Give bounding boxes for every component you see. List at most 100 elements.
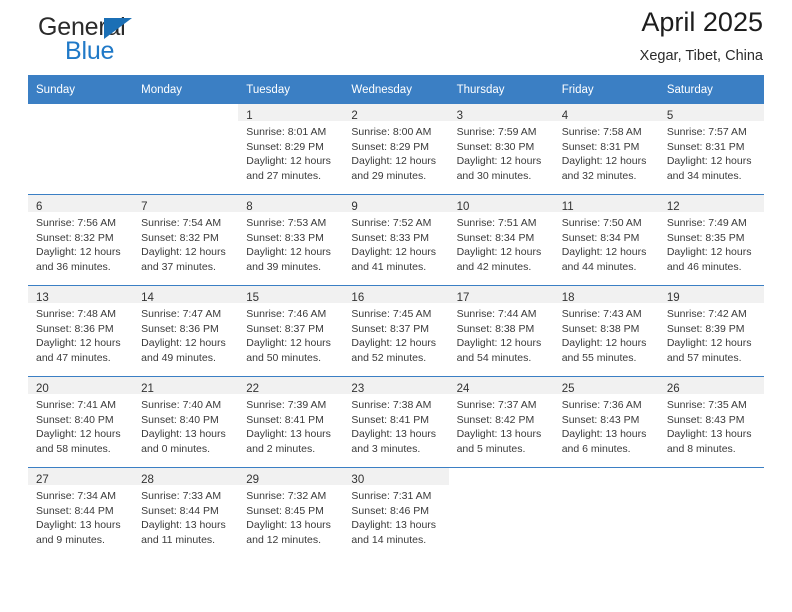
day-cell-30[interactable]: 30 Sunrise: 7:31 AM Sunset: 8:46 PM Dayligh… bbox=[343, 468, 449, 558]
day-cell-8[interactable]: 8 Sunrise: 7:53 AM Sunset: 8:33 PM Daylight… bbox=[238, 195, 344, 285]
page-subtitle: Xegar, Tibet, China bbox=[639, 47, 763, 64]
day-detail-line: Sunset: 8:46 PM bbox=[351, 504, 430, 517]
day-detail-line: Daylight: 12 hours bbox=[456, 246, 542, 259]
day-detail-line: and 32 minutes. bbox=[561, 169, 637, 182]
day-detail-line: and 0 minutes. bbox=[141, 442, 211, 455]
day-detail-line: Sunrise: 8:01 AM bbox=[246, 126, 327, 138]
day-cell-12[interactable]: 12 Sunrise: 7:49 AM Sunset: 8:35 PM Dayligh… bbox=[658, 195, 764, 285]
day-cell-26[interactable]: 26 Sunrise: 7:35 AM Sunset: 8:43 PM Dayligh… bbox=[658, 377, 764, 467]
day-number-band: 9 bbox=[343, 195, 449, 213]
day-cell-15[interactable]: 15 Sunrise: 7:46 AM Sunset: 8:37 PM Dayligh… bbox=[238, 286, 344, 376]
day-detail-line: Sunrise: 7:32 AM bbox=[246, 490, 327, 502]
day-cell-9[interactable]: 9 Sunrise: 7:52 AM Sunset: 8:33 PM Daylight… bbox=[343, 195, 449, 285]
weekday-header-monday: Monday bbox=[133, 75, 239, 104]
day-detail-line: Sunset: 8:45 PM bbox=[246, 504, 324, 517]
day-cell-2[interactable]: 2 Sunrise: 8:00 AM Sunset: 8:29 PM Daylight… bbox=[343, 104, 449, 194]
day-detail-lines: Sunrise: 7:33 AM Sunset: 8:44 PM Daylight:… bbox=[133, 485, 238, 547]
calendar-week-row: 20 Sunrise: 7:41 AM Sunset: 8:40 PM Dayligh… bbox=[28, 376, 764, 468]
day-cell-3[interactable]: 3 Sunrise: 7:59 AM Sunset: 8:30 PM Daylight… bbox=[448, 104, 554, 194]
day-cell-4[interactable]: 4 Sunrise: 7:58 AM Sunset: 8:31 PM Daylight… bbox=[553, 104, 659, 194]
day-detail-line: and 52 minutes. bbox=[351, 351, 427, 364]
day-detail-line: Sunset: 8:35 PM bbox=[666, 231, 745, 244]
day-cell-16[interactable]: 16 Sunrise: 7:45 AM Sunset: 8:37 PM Dayligh… bbox=[343, 286, 449, 376]
day-cell-19[interactable]: 19 Sunrise: 7:42 AM Sunset: 8:39 PM Dayligh… bbox=[658, 286, 764, 376]
day-detail-line: Daylight: 12 hours bbox=[141, 337, 226, 350]
day-number-band: 27 bbox=[28, 468, 134, 486]
day-number-band: 4 bbox=[553, 104, 659, 122]
day-detail-line: Sunrise: 7:37 AM bbox=[456, 399, 537, 411]
calendar-week-row: 27 Sunrise: 7:34 AM Sunset: 8:44 PM Dayligh… bbox=[28, 467, 764, 558]
day-detail-line: Sunrise: 7:35 AM bbox=[666, 399, 747, 411]
day-detail-line: and 12 minutes. bbox=[246, 533, 321, 546]
day-cell-6[interactable]: 6 Sunrise: 7:56 AM Sunset: 8:32 PM Daylight… bbox=[28, 195, 134, 285]
day-detail-lines bbox=[449, 485, 554, 489]
day-cell-10[interactable]: 10 Sunrise: 7:51 AM Sunset: 8:34 PM Dayligh… bbox=[448, 195, 554, 285]
day-detail-lines: Sunrise: 7:50 AM Sunset: 8:34 PM Daylight:… bbox=[554, 212, 659, 274]
day-detail-line: Sunrise: 7:47 AM bbox=[141, 308, 222, 320]
day-detail-line: Daylight: 12 hours bbox=[456, 337, 542, 350]
day-number: 18 bbox=[561, 292, 575, 304]
day-cell-1[interactable]: 1 Sunrise: 8:01 AM Sunset: 8:29 PM Daylight… bbox=[238, 104, 344, 194]
day-cell-7[interactable]: 7 Sunrise: 7:54 AM Sunset: 8:32 PM Daylight… bbox=[133, 195, 239, 285]
day-number: 26 bbox=[666, 383, 680, 395]
day-number-band: 26 bbox=[658, 377, 764, 395]
day-detail-line: and 3 minutes. bbox=[351, 442, 421, 455]
day-cell-11[interactable]: 11 Sunrise: 7:50 AM Sunset: 8:34 PM Dayligh… bbox=[553, 195, 659, 285]
day-number-band: 24 bbox=[448, 377, 554, 395]
day-detail-lines: Sunrise: 7:34 AM Sunset: 8:44 PM Daylight:… bbox=[28, 485, 133, 547]
day-detail-line: and 14 minutes. bbox=[351, 533, 427, 546]
day-detail-line: Daylight: 13 hours bbox=[351, 519, 437, 532]
day-detail-line: Daylight: 13 hours bbox=[36, 519, 121, 532]
calendar-week-row: 1 Sunrise: 8:01 AM Sunset: 8:29 PM Daylight… bbox=[28, 104, 764, 195]
day-detail-line: Sunset: 8:41 PM bbox=[351, 413, 430, 426]
day-detail-line: Sunset: 8:44 PM bbox=[141, 504, 219, 517]
day-cell-17[interactable]: 17 Sunrise: 7:44 AM Sunset: 8:38 PM Dayligh… bbox=[448, 286, 554, 376]
day-cell-24[interactable]: 24 Sunrise: 7:37 AM Sunset: 8:42 PM Dayligh… bbox=[448, 377, 554, 467]
day-number-band bbox=[28, 104, 133, 121]
day-detail-line: Sunset: 8:38 PM bbox=[456, 322, 535, 335]
day-detail-line: Daylight: 12 hours bbox=[36, 428, 121, 441]
day-detail-line: Sunrise: 8:00 AM bbox=[351, 126, 432, 138]
day-number-band bbox=[659, 468, 764, 485]
day-number-band: 21 bbox=[133, 377, 239, 395]
day-number: 23 bbox=[351, 383, 365, 395]
day-detail-line: Daylight: 13 hours bbox=[141, 428, 226, 441]
day-number-band: 12 bbox=[658, 195, 764, 213]
day-number: 4 bbox=[561, 110, 569, 122]
day-cell-20[interactable]: 20 Sunrise: 7:41 AM Sunset: 8:40 PM Dayligh… bbox=[28, 377, 134, 467]
day-cell-empty bbox=[28, 104, 133, 194]
day-number: 22 bbox=[246, 383, 260, 395]
day-cell-21[interactable]: 21 Sunrise: 7:40 AM Sunset: 8:40 PM Dayligh… bbox=[133, 377, 239, 467]
day-cell-13[interactable]: 13 Sunrise: 7:48 AM Sunset: 8:36 PM Dayligh… bbox=[28, 286, 134, 376]
day-number: 13 bbox=[36, 292, 49, 304]
day-cell-22[interactable]: 22 Sunrise: 7:39 AM Sunset: 8:41 PM Dayligh… bbox=[238, 377, 344, 467]
brand-logo[interactable]: General Blue bbox=[28, 13, 218, 69]
day-cell-empty bbox=[133, 104, 238, 194]
day-detail-line: Sunrise: 7:51 AM bbox=[456, 217, 537, 229]
day-cell-14[interactable]: 14 Sunrise: 7:47 AM Sunset: 8:36 PM Dayligh… bbox=[133, 286, 239, 376]
day-detail-line: Sunrise: 7:39 AM bbox=[246, 399, 327, 411]
day-number-band: 29 bbox=[238, 468, 344, 486]
weekday-header-friday: Friday bbox=[553, 75, 659, 104]
day-cell-29[interactable]: 29 Sunrise: 7:32 AM Sunset: 8:45 PM Dayligh… bbox=[238, 468, 344, 558]
calendar-body: 1 Sunrise: 8:01 AM Sunset: 8:29 PM Daylight… bbox=[28, 104, 764, 558]
day-detail-lines: Sunrise: 7:44 AM Sunset: 8:38 PM Daylight:… bbox=[449, 303, 554, 365]
day-number-band: 17 bbox=[448, 286, 554, 304]
day-number-band: 18 bbox=[553, 286, 659, 304]
day-detail-line: and 6 minutes. bbox=[561, 442, 631, 455]
day-cell-18[interactable]: 18 Sunrise: 7:43 AM Sunset: 8:38 PM Dayligh… bbox=[553, 286, 659, 376]
calendar-grid: Sunday Monday Tuesday Wednesday Thursday Frid… bbox=[28, 75, 764, 558]
day-number: 9 bbox=[351, 201, 358, 213]
day-cell-5[interactable]: 5 Sunrise: 7:57 AM Sunset: 8:31 PM Daylight… bbox=[658, 104, 764, 194]
day-detail-line: Daylight: 12 hours bbox=[666, 246, 752, 259]
day-number: 27 bbox=[36, 474, 49, 486]
day-cell-27[interactable]: 27 Sunrise: 7:34 AM Sunset: 8:44 PM Dayligh… bbox=[28, 468, 134, 558]
day-cell-28[interactable]: 28 Sunrise: 7:33 AM Sunset: 8:44 PM Dayligh… bbox=[133, 468, 239, 558]
day-detail-lines: Sunrise: 7:58 AM Sunset: 8:31 PM Daylight:… bbox=[554, 121, 659, 183]
day-cell-23[interactable]: 23 Sunrise: 7:38 AM Sunset: 8:41 PM Dayligh… bbox=[343, 377, 449, 467]
day-detail-line: Daylight: 12 hours bbox=[141, 246, 226, 259]
day-detail-lines: Sunrise: 7:54 AM Sunset: 8:32 PM Daylight:… bbox=[133, 212, 238, 274]
day-cell-25[interactable]: 25 Sunrise: 7:36 AM Sunset: 8:43 PM Dayligh… bbox=[553, 377, 659, 467]
day-number: 2 bbox=[351, 110, 358, 122]
brand-triangle-icon bbox=[104, 18, 132, 39]
